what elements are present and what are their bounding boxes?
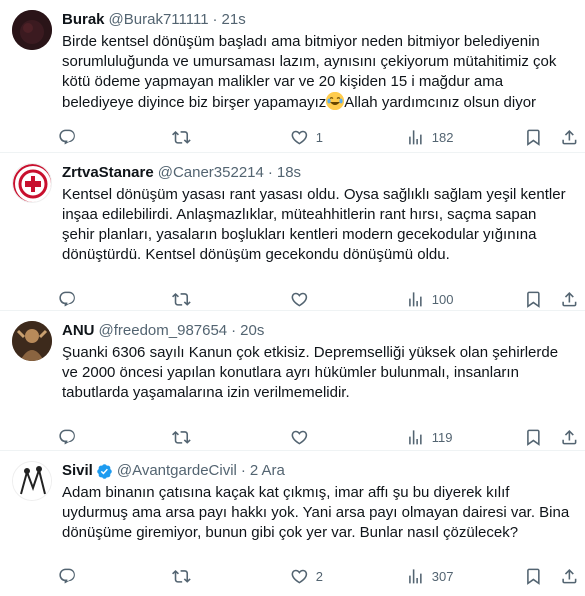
avatar[interactable]: [12, 10, 52, 50]
timestamp[interactable]: 21s: [222, 10, 246, 30]
views-count: 307: [431, 568, 454, 584]
views-count: 182: [431, 129, 454, 145]
like-button[interactable]: [290, 290, 316, 309]
views-button[interactable]: 100: [406, 290, 453, 309]
reply-icon: [58, 290, 77, 309]
retweet-icon: [172, 567, 191, 586]
views-icon: [406, 290, 425, 309]
author-handle[interactable]: @freedom_987654: [99, 321, 228, 341]
retweet-button[interactable]: [172, 428, 198, 447]
like-icon: [290, 128, 309, 147]
views-icon: [406, 128, 425, 147]
views-button[interactable]: 119: [406, 428, 452, 447]
reply-icon: [58, 128, 77, 147]
tweet-text: Adam binanın çatısına kaçak kat çıkmış, …: [62, 484, 570, 541]
separator-dot: ·: [231, 322, 237, 339]
reply-button[interactable]: [58, 567, 84, 586]
like-icon: [290, 290, 309, 309]
like-button[interactable]: [290, 428, 316, 447]
bookmark-icon: [524, 428, 543, 447]
share-icon: [560, 428, 579, 447]
share-button[interactable]: [560, 567, 579, 586]
views-button[interactable]: 182: [406, 128, 453, 147]
like-icon: [290, 567, 309, 586]
author-handle[interactable]: @Burak711111: [109, 10, 209, 30]
tweet-text: Şuanki 6306 sayılı Kanun çok etkisiz. De…: [62, 344, 559, 401]
retweet-button[interactable]: [172, 290, 198, 309]
views-button[interactable]: 307: [406, 567, 453, 586]
retweet-icon: [172, 290, 191, 309]
retweet-button[interactable]: [172, 128, 198, 147]
reply-button[interactable]: [58, 290, 84, 309]
share-button[interactable]: [560, 428, 579, 447]
timestamp[interactable]: 2 Ara: [250, 461, 285, 481]
bookmark-icon: [524, 567, 543, 586]
retweet-icon: [172, 428, 191, 447]
like-button[interactable]: 1: [290, 128, 323, 147]
retweet-button[interactable]: [172, 567, 198, 586]
reply-icon: [58, 567, 77, 586]
reply-button[interactable]: [58, 128, 84, 147]
tweet-actions: 119: [59, 417, 579, 457]
share-icon: [560, 290, 579, 309]
avatar[interactable]: [12, 163, 52, 203]
author-handle[interactable]: @AvantgardeCivil: [117, 461, 237, 481]
separator-dot: ·: [267, 164, 273, 181]
views-icon: [406, 428, 425, 447]
joy-emoji-icon: [326, 92, 345, 110]
author-name[interactable]: ANU: [62, 321, 95, 341]
bookmark-icon: [524, 290, 543, 309]
like-button[interactable]: 2: [290, 567, 323, 586]
share-button[interactable]: [560, 128, 579, 147]
tweet-actions: 100: [59, 279, 579, 319]
tweet-actions: 1 182: [59, 117, 579, 157]
retweet-icon: [172, 128, 191, 147]
tweet-text: Birde kentsel dönüşüm başladı ama bitmiy…: [62, 32, 573, 113]
avatar[interactable]: [12, 321, 52, 361]
like-icon: [290, 428, 309, 447]
bookmark-button[interactable]: [524, 290, 543, 309]
verified-badge-icon: [96, 463, 113, 480]
bookmark-button[interactable]: [524, 128, 543, 147]
timestamp[interactable]: 20s: [240, 321, 264, 341]
author-name[interactable]: Sivil: [62, 461, 93, 481]
views-count: 119: [431, 429, 453, 445]
like-count: 1: [315, 129, 323, 145]
views-count: 100: [431, 291, 454, 307]
like-count: 2: [315, 568, 323, 584]
avatar[interactable]: [12, 461, 52, 501]
reply-icon: [58, 428, 77, 447]
views-icon: [406, 567, 425, 586]
share-icon: [560, 128, 579, 147]
tweet-text: Kentsel dönüşüm yasası rant yasası oldu.…: [62, 186, 566, 263]
reply-button[interactable]: [58, 428, 84, 447]
author-name[interactable]: ZrtvaStanare: [62, 163, 154, 183]
share-icon: [560, 567, 579, 586]
share-button[interactable]: [560, 290, 579, 309]
author-handle[interactable]: @Caner352214: [158, 163, 264, 183]
bookmark-icon: [524, 128, 543, 147]
author-name[interactable]: Burak: [62, 10, 105, 30]
timestamp[interactable]: 18s: [277, 163, 301, 183]
bookmark-button[interactable]: [524, 428, 543, 447]
tweet-text-tail: Allah yardımcınız olsun diyor: [344, 94, 537, 111]
tweet-actions: 2 307: [59, 556, 579, 596]
separator-dot: ·: [212, 11, 218, 28]
bookmark-button[interactable]: [524, 567, 543, 586]
separator-dot: ·: [240, 462, 246, 479]
